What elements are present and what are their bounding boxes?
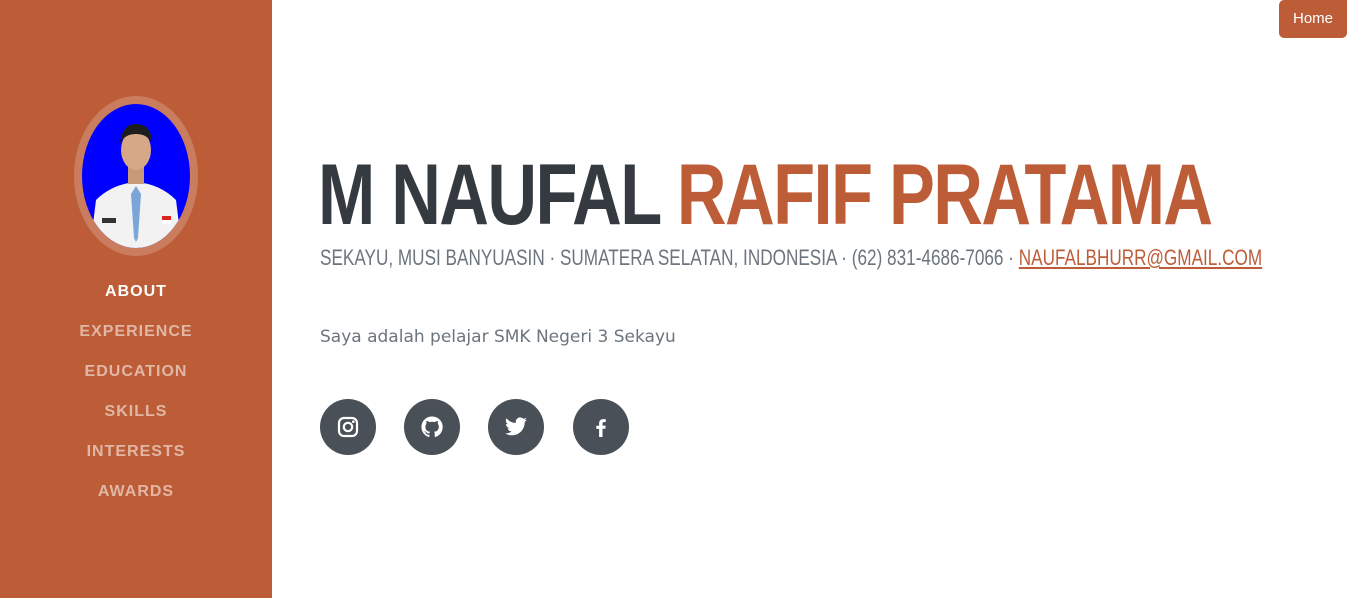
about-text: Saya adalah pelajar SMK Negeri 3 Sekayu — [320, 327, 676, 347]
instagram-icon — [337, 416, 359, 438]
separator: · — [841, 245, 847, 270]
facebook-icon — [596, 419, 606, 437]
profile-photo — [82, 104, 190, 248]
twitter-button[interactable] — [488, 399, 544, 455]
separator: · — [1008, 245, 1014, 270]
nav-item-experience[interactable]: Experience — [0, 312, 272, 352]
sidebar-nav: About Experience Education Skills Intere… — [0, 272, 272, 512]
facebook-button[interactable] — [573, 399, 629, 455]
instagram-button[interactable] — [320, 399, 376, 455]
home-button[interactable]: Home — [1279, 0, 1347, 38]
github-icon — [421, 416, 443, 438]
location-text: Sekayu, Musi Banyuasin · Sumatera Selata… — [320, 245, 837, 270]
nav-item-education[interactable]: Education — [0, 352, 272, 392]
sidebar: About Experience Education Skills Intere… — [0, 0, 272, 598]
first-name: M Naufal — [318, 147, 661, 243]
last-name: Rafif Pratama — [676, 147, 1213, 243]
nav-item-awards[interactable]: Awards — [0, 472, 272, 512]
nav-item-skills[interactable]: Skills — [0, 392, 272, 432]
contact-info: Sekayu, Musi Banyuasin · Sumatera Selata… — [320, 244, 1262, 272]
page-title: M Naufal Rafif Pratama — [318, 147, 1213, 243]
nav-item-interests[interactable]: Interests — [0, 432, 272, 472]
twitter-icon — [505, 417, 527, 436]
nav-item-about[interactable]: About — [0, 272, 272, 312]
github-button[interactable] — [404, 399, 460, 455]
phone-text: (62) 831-4686-7066 — [851, 245, 1004, 270]
avatar — [74, 96, 198, 256]
email-link[interactable]: naufalbhurr@gmail.com — [1019, 245, 1262, 270]
